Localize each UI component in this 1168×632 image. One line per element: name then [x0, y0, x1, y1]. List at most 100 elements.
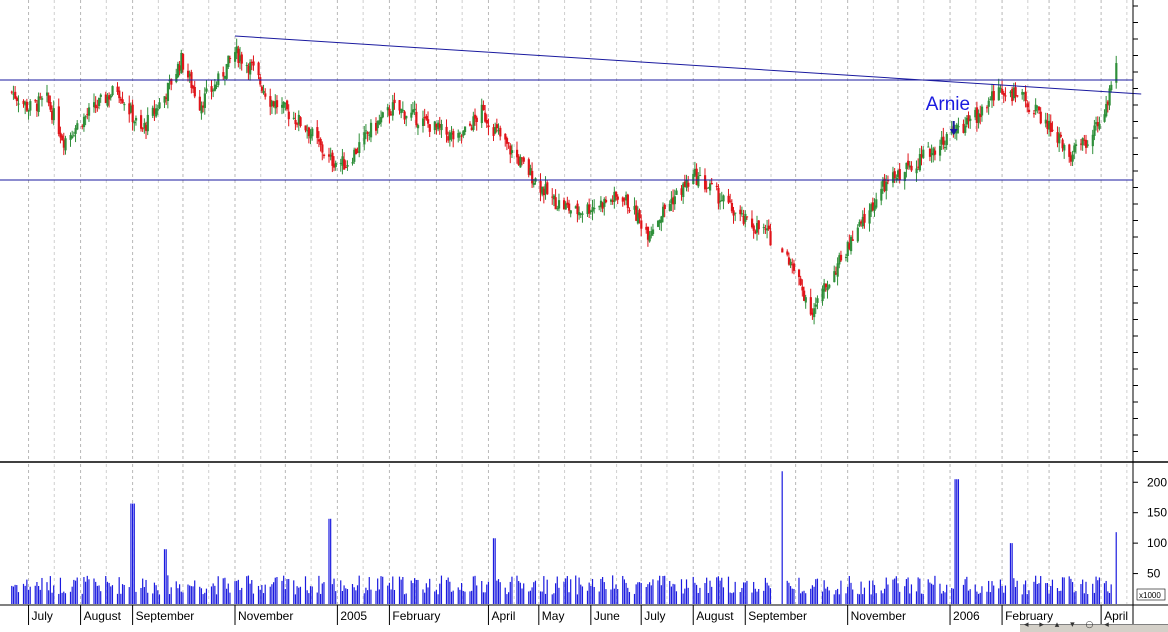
candle-body [413, 109, 416, 111]
volume-tick-label: 50 [1147, 567, 1161, 581]
candle-body [203, 93, 206, 108]
candle-body [814, 304, 817, 307]
candle-body [1032, 113, 1036, 115]
candle-body [82, 116, 86, 128]
candle-body [898, 169, 901, 181]
candle-body [922, 149, 925, 158]
candle-body [27, 110, 30, 112]
candle-body [440, 124, 443, 131]
candle-body [156, 109, 159, 111]
candle-body [427, 119, 430, 124]
candle-body [316, 127, 319, 138]
candle-body [987, 100, 990, 107]
month-label-13: 2006 [953, 609, 980, 623]
candle-body [1071, 154, 1074, 162]
month-label-6: April [491, 609, 515, 623]
candle-body [604, 199, 608, 203]
candle-body [910, 165, 913, 171]
candle-body [507, 142, 510, 144]
candle-body [76, 123, 79, 130]
candle-body [1098, 123, 1101, 129]
candle-body [868, 210, 871, 224]
candle-body [331, 152, 334, 166]
candle-body [797, 269, 801, 278]
candle-body [928, 148, 932, 157]
trend-line [234, 35, 1142, 95]
candle-body [697, 176, 700, 187]
candle-body [554, 197, 557, 210]
candle-body [722, 195, 725, 202]
month-label-12: November [851, 609, 906, 623]
candle-body [593, 207, 596, 210]
candle-body [96, 106, 99, 108]
candle-body [885, 181, 888, 191]
month-label-1: August [84, 609, 122, 623]
candle-body [762, 227, 765, 229]
candle-body [118, 90, 121, 99]
candle-body [1086, 144, 1089, 146]
candle-body [591, 207, 594, 212]
candle-body [515, 149, 519, 158]
candle-body [366, 132, 369, 134]
candle-body [856, 227, 859, 242]
candle-body [828, 284, 831, 288]
candle-body [734, 212, 737, 214]
candle-body [457, 133, 460, 138]
candle-body [391, 102, 394, 116]
candle-body [1051, 129, 1054, 131]
candle-body [215, 85, 218, 88]
candle-body [615, 191, 618, 197]
candle-body [893, 171, 896, 179]
candle-body [319, 138, 322, 145]
candle-body [39, 96, 42, 98]
candle-body [809, 297, 812, 315]
candle-body [1063, 145, 1066, 151]
candle-body [334, 162, 337, 167]
candle-body [964, 125, 967, 133]
candle-body [933, 150, 937, 155]
candle-body [801, 286, 804, 291]
candle-body [640, 220, 643, 229]
candle-body [957, 126, 960, 128]
candle-body [139, 115, 143, 129]
candle-body [109, 95, 112, 98]
candle-body [569, 210, 572, 214]
candle-body [532, 182, 535, 185]
month-label-8: June [594, 609, 620, 623]
candle-body [52, 108, 55, 121]
candle-body [37, 96, 40, 112]
candle-body [813, 308, 816, 318]
candle-body [163, 96, 166, 103]
candle-body [1091, 134, 1094, 147]
candle-body [710, 182, 713, 185]
candle-body [292, 117, 295, 119]
candle-body [311, 128, 314, 137]
candle-body [123, 104, 126, 106]
month-label-4: 2005 [340, 609, 367, 623]
annotation-label: Arnie [926, 94, 970, 115]
candle-body [1085, 139, 1088, 148]
candle-body [730, 202, 734, 212]
candle-body [460, 135, 463, 137]
candle-body [648, 235, 651, 242]
candle-body [495, 124, 499, 129]
candle-body [45, 92, 49, 96]
candle-body [1016, 95, 1019, 97]
candle-body [715, 185, 718, 187]
candle-body [1059, 134, 1063, 137]
candle-body [999, 87, 1002, 89]
candle-body [980, 106, 984, 116]
candle-body [938, 145, 942, 156]
candle-body [475, 117, 478, 123]
candle-body [111, 86, 114, 96]
candle-body [369, 122, 373, 138]
candle-body [228, 57, 232, 59]
candle-body [25, 101, 29, 111]
candle-body [519, 156, 522, 168]
candle-body [581, 213, 584, 215]
candle-body [84, 116, 87, 118]
candle-body [458, 132, 462, 134]
candle-body [875, 199, 878, 208]
volume-unit-label: x1000 [1139, 591, 1161, 600]
status-icons[interactable]: ◂ ▸ ▴ ▾ ○ ◂ [1024, 620, 1113, 630]
